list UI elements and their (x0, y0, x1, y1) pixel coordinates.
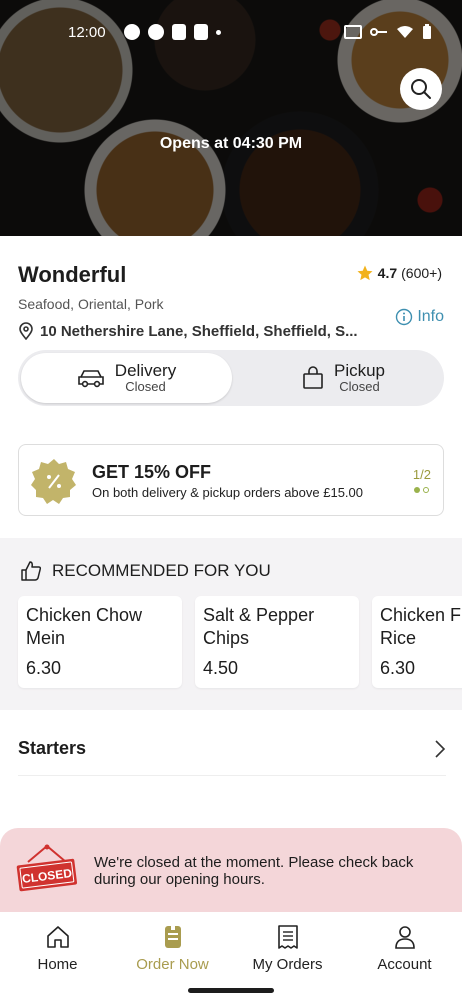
opening-time-text: Opens at 04:30 PM (159, 135, 303, 152)
recommended-item[interactable]: Chicken Chow Mein 6.30 (18, 596, 182, 688)
recommended-item[interactable]: Salt & Pepper Chips 4.50 (195, 596, 359, 688)
promo-subtitle: On both delivery & pickup orders above £… (92, 485, 364, 500)
nav-label: Account (377, 956, 432, 973)
receipt-icon (277, 925, 298, 949)
delivery-status: Closed (125, 379, 166, 395)
menu-category-starters[interactable]: Starters (18, 730, 446, 776)
item-name: Salt & Pepper Chips (203, 605, 315, 649)
promo-page-indicator: 1/2 (412, 467, 431, 482)
bag-icon (303, 366, 323, 389)
wifi-icon (397, 26, 413, 38)
key-icon (370, 28, 387, 36)
nav-account[interactable]: Account (347, 924, 462, 973)
status-notification-icons (124, 24, 221, 40)
rating: 4.7 (600+) (356, 264, 442, 282)
pickup-text: Pickup Closed (334, 361, 385, 395)
cuisine-list: Seafood, Oriental, Pork (18, 296, 164, 312)
closed-banner: CLOSED We're closed at the moment. Pleas… (0, 828, 462, 912)
recommended-heading: RECOMMENDED FOR YOU (52, 561, 271, 580)
nav-order-now[interactable]: Order Now (115, 924, 230, 973)
hero-banner: 12:00 Opens at 04:30 PM (0, 0, 462, 236)
home-indicator (188, 988, 274, 993)
app-root: 12:00 Opens at 04:30 PM Wonderful 4.7 (6… (0, 0, 462, 1000)
notification-icon (148, 24, 164, 40)
status-system-icons (344, 24, 432, 40)
item-name: Chicken Fried Rice (380, 605, 462, 649)
thumbs-up-icon (21, 561, 42, 581)
closed-message: We're closed at the moment. Please check… (94, 854, 414, 889)
category-label: Starters (18, 738, 87, 758)
pickup-title: Pickup (333, 360, 386, 380)
delivery-option[interactable]: Delivery Closed (21, 353, 232, 403)
home-icon (46, 926, 69, 948)
rating-score: 4.7 (377, 265, 398, 281)
bottom-nav: Home Order Now My Orders Account (0, 912, 462, 1000)
recommended-section: RECOMMENDED FOR YOU Chicken Chow Mein 6.… (0, 538, 462, 710)
recommended-header: RECOMMENDED FOR YOU (20, 560, 271, 582)
promo-title: GET 15% OFF (92, 462, 212, 482)
star-icon (357, 265, 373, 281)
info-icon (396, 308, 413, 326)
status-bar: 12:00 (0, 0, 462, 60)
android-icon (172, 24, 186, 40)
info-button[interactable]: Info (395, 308, 444, 326)
percent-badge-icon (31, 459, 76, 504)
delivery-text: Delivery Closed (115, 361, 176, 395)
closed-sign-icon: CLOSED (16, 844, 78, 892)
car-icon (77, 370, 104, 388)
menu-icon (164, 926, 181, 948)
notification-icon (124, 24, 140, 40)
restaurant-info: Wonderful 4.7 (600+) Seafood, Oriental, … (0, 236, 462, 538)
rating-count: (600+) (401, 265, 442, 281)
item-price: 6.30 (26, 658, 62, 678)
chevron-right-icon (435, 739, 446, 758)
address-text: 10 Nethershire Lane, Sheffield, Sheffiel… (40, 322, 358, 340)
status-time: 12:00 (68, 24, 106, 41)
address: 10 Nethershire Lane, Sheffield, Sheffiel… (18, 322, 358, 340)
recommended-list: Chicken Chow Mein 6.30 Salt & Pepper Chi… (18, 596, 462, 688)
promo-dots (414, 487, 429, 493)
search-icon (411, 79, 431, 99)
nav-label: Order Now (136, 956, 209, 973)
pickup-status: Closed (339, 379, 380, 395)
delivery-title: Delivery (114, 360, 177, 380)
recommended-item[interactable]: Chicken Fried Rice 6.30 (372, 596, 462, 688)
item-price: 6.30 (380, 658, 416, 678)
nav-label: Home (37, 956, 78, 973)
nav-home[interactable]: Home (0, 924, 115, 973)
search-button[interactable] (400, 68, 442, 110)
item-name: Chicken Chow Mein (26, 605, 143, 649)
location-pin-icon (19, 322, 33, 340)
more-dot-icon (216, 30, 221, 35)
item-price: 4.50 (203, 658, 239, 678)
order-mode-toggle: Delivery Closed Pickup Closed (18, 350, 444, 406)
user-icon (394, 926, 415, 949)
restaurant-name: Wonderful (18, 262, 127, 287)
nav-label: My Orders (252, 956, 323, 973)
battery-icon (423, 24, 431, 39)
nav-my-orders[interactable]: My Orders (230, 924, 345, 973)
android-icon (194, 24, 208, 40)
promo-dot-active (414, 487, 420, 493)
promo-dot (423, 487, 429, 493)
cast-icon (344, 25, 362, 39)
promo-card[interactable]: GET 15% OFF On both delivery & pickup or… (18, 444, 444, 516)
info-label: Info (417, 308, 444, 325)
pickup-option[interactable]: Pickup Closed (238, 353, 449, 403)
